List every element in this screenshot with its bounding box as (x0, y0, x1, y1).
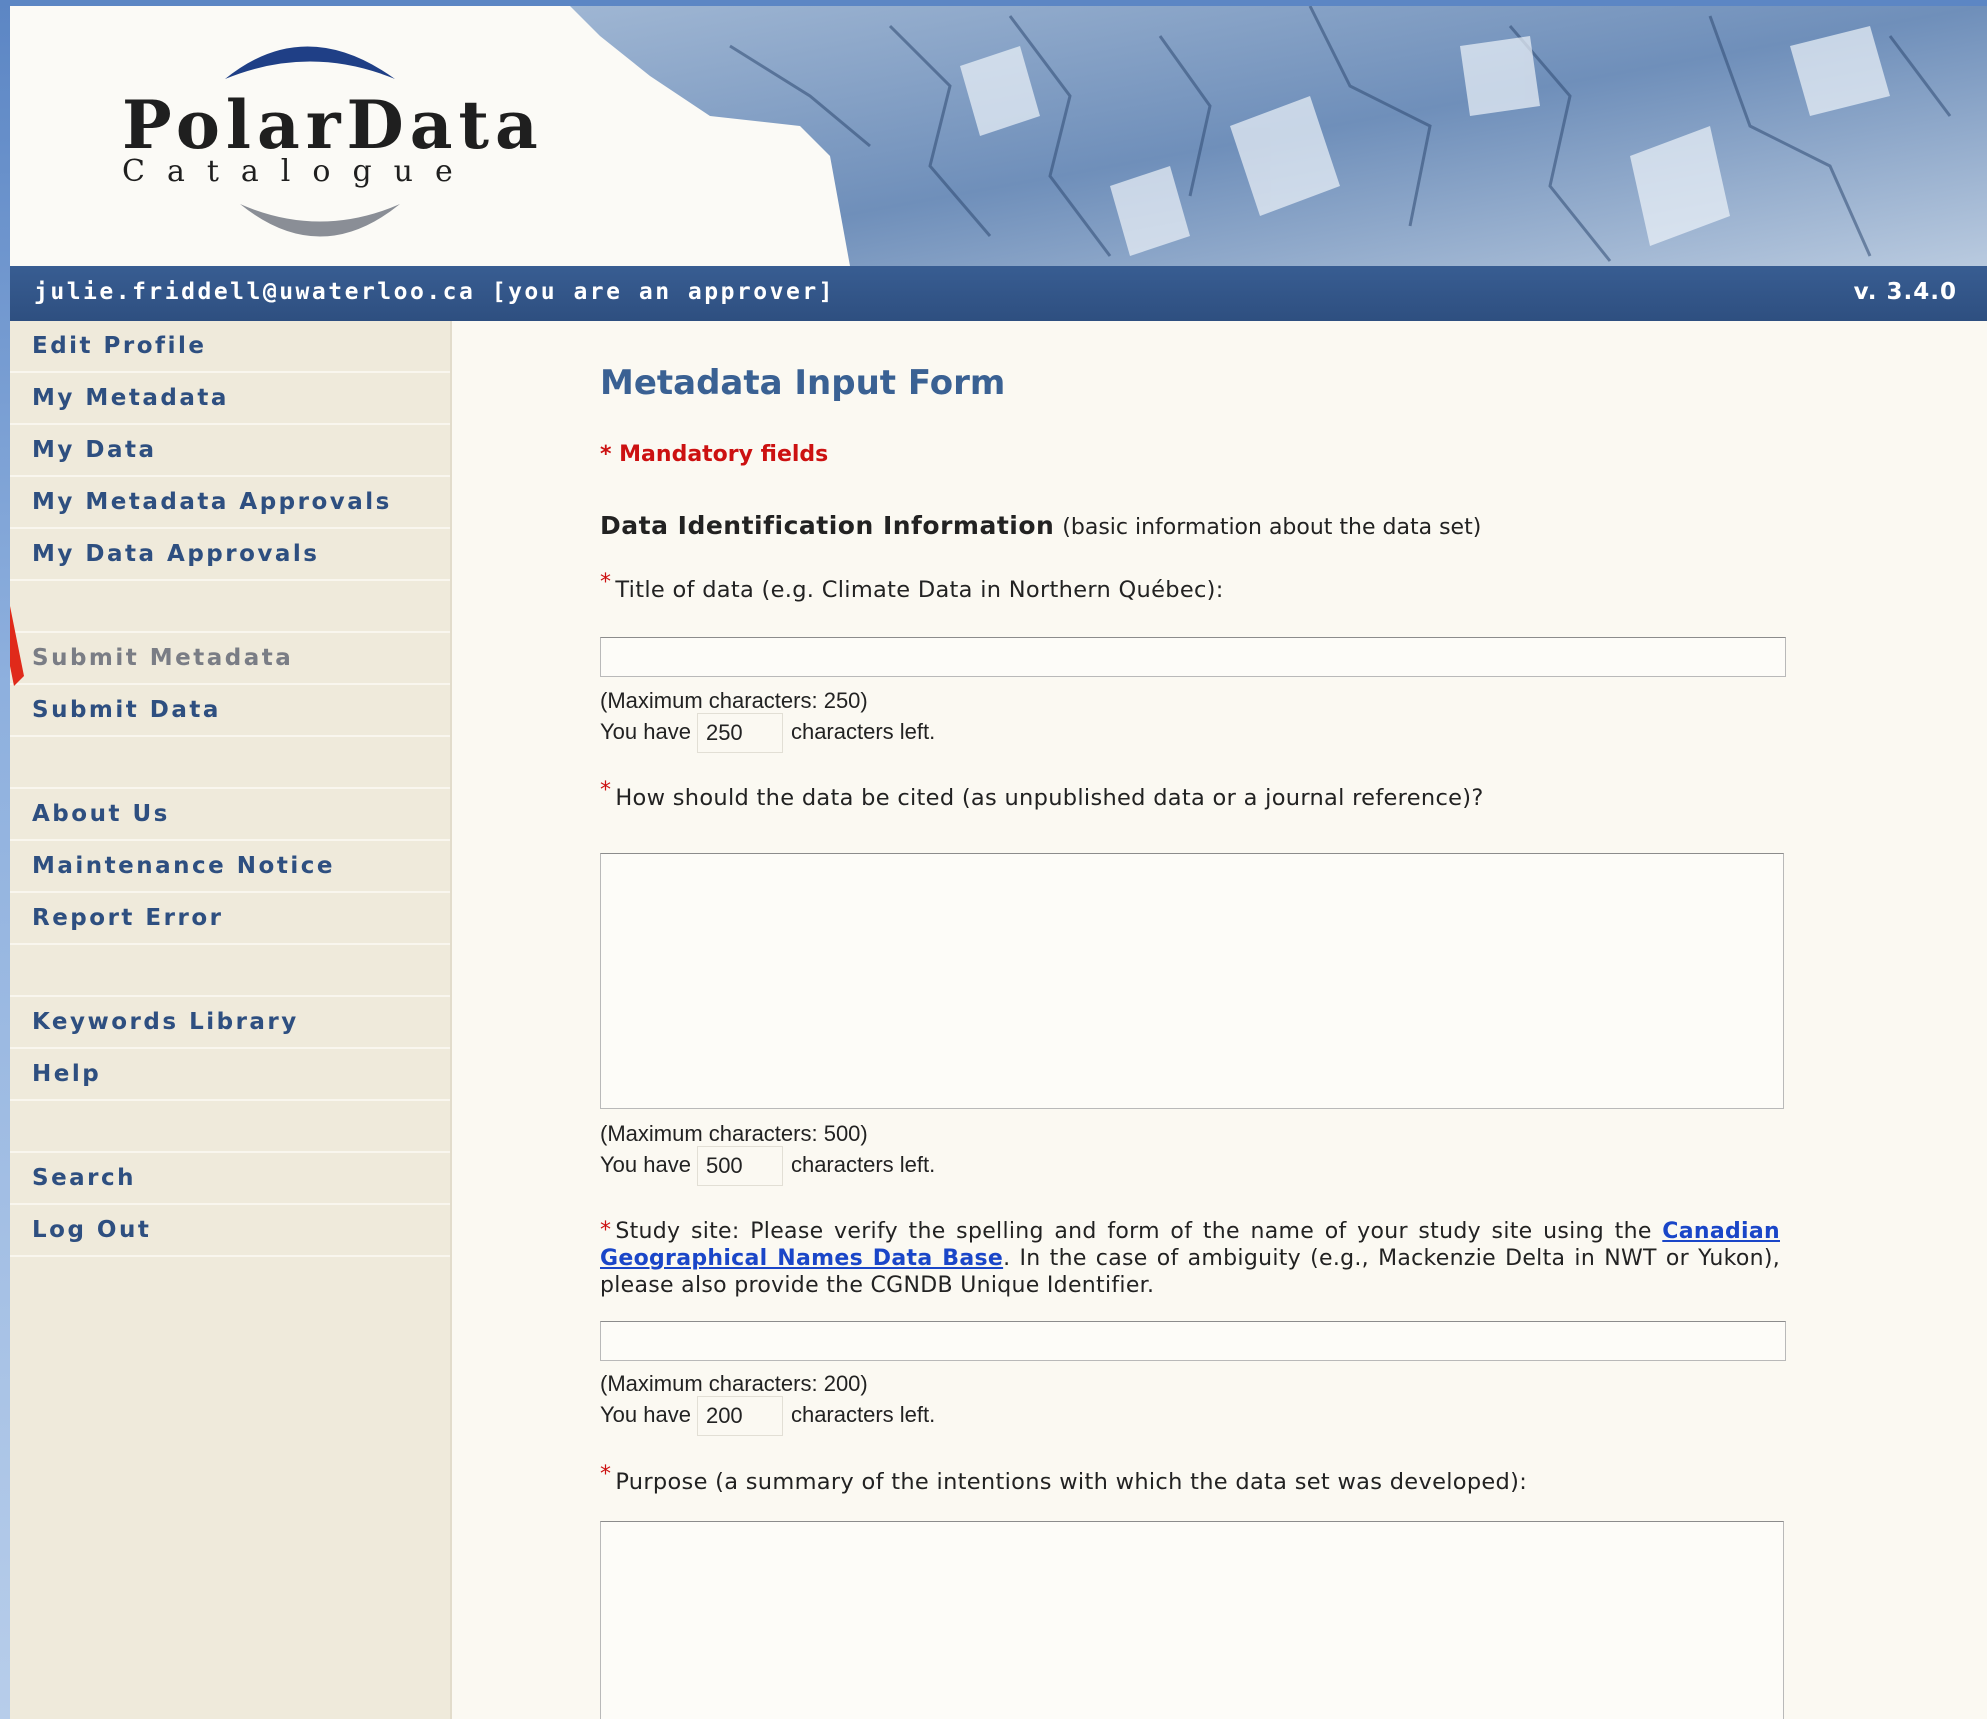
sidebar-spacer (10, 581, 450, 633)
citation-field-label: * How should the data be cited (as unpubl… (600, 778, 1484, 811)
mandatory-fields-note: * Mandatory fields (600, 442, 829, 467)
sidebar-nav: Edit Profile My Metadata My Data My Metadat… (10, 321, 452, 1719)
section-heading: Data Identification Information (basic i… (600, 511, 1481, 540)
user-status-bar: julie.friddell@uwaterloo.ca [you are an … (10, 266, 1987, 321)
you-have-text: You have (600, 1151, 691, 1177)
sidebar-item-report-error[interactable]: Report Error (10, 893, 450, 945)
sidebar-item-my-metadata-approvals[interactable]: My Metadata Approvals (10, 477, 450, 529)
sidebar-item-maintenance-notice[interactable]: Maintenance Notice (10, 841, 450, 893)
you-have-text: You have (600, 1401, 691, 1427)
citation-max-chars-note: (Maximum characters: 500) (600, 1121, 868, 1146)
user-identity-text: julie.friddell@uwaterloo.ca [you are an … (34, 279, 836, 305)
section-title: Data Identification Information (600, 511, 1055, 540)
chars-left-text: characters left. (790, 718, 936, 744)
logo-arc-bottom (240, 204, 400, 237)
polar-data-catalogue-logo[interactable]: PolarData Catalogue (110, 24, 550, 254)
sidebar-spacer (10, 945, 450, 997)
study-site-input[interactable] (600, 1321, 1786, 1361)
title-chars-remaining (696, 713, 783, 753)
page-frame: PolarData Catalogue julie.friddell@uwate… (10, 6, 1987, 1719)
purpose-label-text: Purpose (a summary of the intentions wit… (615, 1469, 1528, 1495)
title-label-text: Title of data (e.g. Climate Data in Nort… (615, 577, 1224, 603)
citation-label-text: How should the data be cited (as unpubli… (615, 785, 1484, 811)
required-marker: * (600, 1462, 612, 1487)
study-site-chars-remaining (696, 1396, 783, 1436)
title-input[interactable] (600, 637, 1786, 677)
sidebar-item-my-metadata[interactable]: My Metadata (10, 373, 450, 425)
chars-left-text: characters left. (790, 1401, 936, 1427)
section-subtitle: (basic information about the data set) (1062, 515, 1482, 540)
purpose-field-label: * Purpose (a summary of the intentions wi… (600, 1462, 1528, 1495)
logo-subtitle: Catalogue (122, 154, 475, 189)
sidebar-spacer (10, 1101, 450, 1153)
version-label: v. 3.4.0 (1853, 279, 1957, 305)
purpose-textarea[interactable] (600, 1521, 1784, 1719)
sidebar-item-submit-data[interactable]: Submit Data (10, 685, 450, 737)
logo-word-data: Data (346, 86, 544, 164)
sidebar-item-keywords-library[interactable]: Keywords Library (10, 997, 450, 1049)
citation-textarea[interactable] (600, 853, 1784, 1109)
required-marker: * (600, 570, 612, 595)
sidebar-item-edit-profile[interactable]: Edit Profile (10, 321, 450, 373)
chars-left-text: characters left. (790, 1151, 936, 1177)
you-have-text: You have (600, 718, 691, 744)
header-banner: PolarData Catalogue (10, 6, 1987, 266)
red-pointer-arrow-icon (10, 606, 24, 686)
citation-chars-left-row: You have characters left. (600, 1146, 935, 1186)
citation-chars-remaining (696, 1146, 783, 1186)
sidebar-item-about-us[interactable]: About Us (10, 789, 450, 841)
title-field-label: * Title of data (e.g. Climate Data in Nor… (600, 570, 1224, 603)
logo-title: PolarData (122, 86, 544, 164)
study-site-instructions: * Study site: Please verify the spelling … (600, 1218, 1780, 1299)
sidebar-item-help[interactable]: Help (10, 1049, 450, 1101)
title-max-chars-note: (Maximum characters: 250) (600, 688, 868, 713)
sidebar-item-my-data[interactable]: My Data (10, 425, 450, 477)
study-site-max-chars-note: (Maximum characters: 200) (600, 1371, 868, 1396)
sidebar-item-log-out[interactable]: Log Out (10, 1205, 450, 1257)
logo-word-polar: Polar (122, 86, 347, 164)
sidebar-item-search[interactable]: Search (10, 1153, 450, 1205)
required-marker: * (600, 1218, 612, 1243)
title-chars-left-row: You have characters left. (600, 713, 935, 753)
sidebar-spacer (10, 737, 450, 789)
study-site-chars-left-row: You have characters left. (600, 1396, 935, 1436)
page-title: Metadata Input Form (600, 363, 1006, 403)
study-site-text-before: Study site: Please verify the spelling a… (615, 1219, 1652, 1244)
required-marker: * (600, 778, 612, 803)
sidebar-item-submit-metadata: Submit Metadata (10, 633, 450, 685)
sidebar-item-my-data-approvals[interactable]: My Data Approvals (10, 529, 450, 581)
